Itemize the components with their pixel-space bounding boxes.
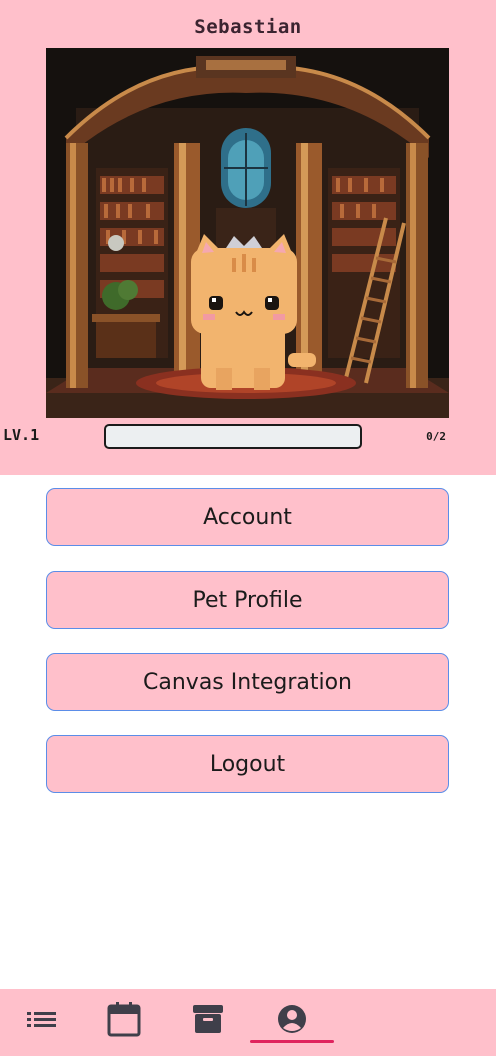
app-screen: Sebastian LV.1 0/2 Account Pet Profile C… [0,0,496,1056]
pet-image[interactable] [46,48,449,418]
list-icon [27,1012,56,1027]
account-circle-icon [278,1005,306,1033]
active-tab-indicator [250,1040,334,1043]
logout-button[interactable]: Logout [46,735,449,793]
nav-tasks-button[interactable] [0,989,84,1049]
calendar-icon [107,1002,141,1037]
pet-profile-button[interactable]: Pet Profile [46,571,449,629]
pet-name: Sebastian [194,16,302,38]
level-label: LV.1 [3,426,40,444]
xp-count: 0/2 [426,430,446,443]
nav-archive-button[interactable] [166,989,250,1049]
pet-panel: Sebastian LV.1 0/2 [0,0,496,475]
archive-icon [193,1005,223,1033]
xp-progress-bar [104,424,362,449]
library-scene-illustration [46,48,449,418]
account-button[interactable]: Account [46,488,449,546]
bottom-nav [0,989,496,1056]
nav-calendar-button[interactable] [82,989,166,1049]
canvas-integration-button[interactable]: Canvas Integration [46,653,449,711]
